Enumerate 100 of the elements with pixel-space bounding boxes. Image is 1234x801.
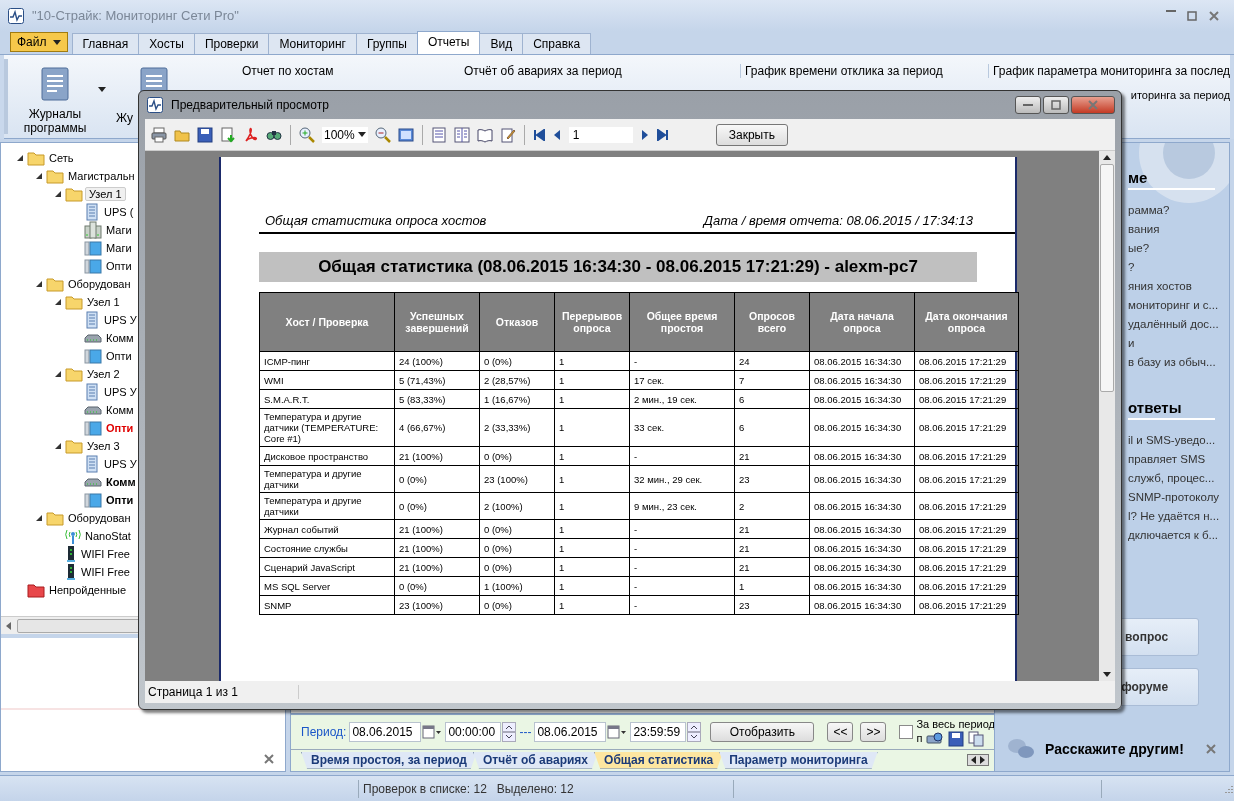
table-cell: 08.06.2015 16:34:30 [809,492,915,520]
table-cell: 1 [554,538,630,558]
table-cell: Журнал событий [259,519,395,539]
table-cell: 08.06.2015 17:21:29 [914,465,1019,493]
table-cell: Температура и другие датчики (TEMPERATURE: Core #1) [259,408,395,447]
table-cell: 1 [554,465,630,493]
report-date: Дата / время отчета: 08.06.2015 / 17:34:13 [703,213,973,228]
table-cell: Температура и другие датчики [259,492,395,520]
column-header: Отказов [479,292,555,352]
table-cell: - [629,446,735,466]
table-cell: 6 [734,389,810,409]
table-cell: 21 [734,557,810,577]
table-cell: - [629,595,735,615]
table-cell: 6 [734,408,810,447]
table-cell: Дисковое пространство [259,446,395,466]
table-cell: 0 (0%) [479,595,555,615]
column-header: Дата окончания опроса [914,292,1019,352]
table-cell: 08.06.2015 16:34:30 [809,446,915,466]
table-cell: 23 [734,465,810,493]
table-cell: 1 [554,519,630,539]
table-cell: 1 [554,351,630,371]
table-cell: 08.06.2015 17:21:29 [914,370,1019,390]
table-cell: 1 (100%) [479,576,555,596]
table-cell: 23 (100%) [394,595,480,615]
table-cell: 08.06.2015 17:21:29 [914,519,1019,539]
table-cell: Температура и другие датчики [259,465,395,493]
table-cell: 1 [554,576,630,596]
table-cell: - [629,576,735,596]
table-cell: 0 (0%) [394,492,480,520]
table-cell: S.M.A.R.T. [259,389,395,409]
table-cell: MS SQL Server [259,576,395,596]
table-cell: 0 (0%) [479,351,555,371]
status-text: Выделено: 12 [496,781,574,796]
dialog-title: Предварительный просмотр [171,98,330,112]
table-cell: 23 [734,595,810,615]
table-cell: - [629,519,735,539]
table-cell: 2 (33,33%) [479,408,555,447]
window-title: "10-Страйк: Мониторинг Сети Pro" [32,8,240,23]
table-cell: - [629,351,735,371]
table-cell: 2 мин., 19 сек. [629,389,735,409]
table-cell: 17 сек. [629,370,735,390]
table-cell: 21 (100%) [394,446,480,466]
table-cell: 24 (100%) [394,351,480,371]
table-cell: 08.06.2015 17:21:29 [914,351,1019,371]
table-cell: 32 мин., 29 сек. [629,465,735,493]
column-header: Хост / Проверка [259,292,395,352]
table-cell: 1 [554,557,630,577]
table-cell: 08.06.2015 16:34:30 [809,389,915,409]
checkbox-label: п [916,732,923,745]
period-label: Период: [301,725,347,739]
table-cell: 1 [734,576,810,596]
table-cell: 08.06.2015 17:21:29 [914,389,1019,409]
table-cell: 08.06.2015 16:34:30 [809,576,915,596]
table-cell: 08.06.2015 16:34:30 [809,519,915,539]
section-heading: ответы [1128,373,1216,420]
table-cell: 1 [554,595,630,615]
table-cell: Сценарий JavaScript [259,557,395,577]
section-heading: ме [1128,143,1216,190]
table-cell: 2 (100%) [479,492,555,520]
table-cell: 24 [734,351,810,371]
table-cell: 08.06.2015 17:21:29 [914,408,1019,447]
table-cell: 5 (83,33%) [394,389,480,409]
table-cell: 0 (0%) [394,576,480,596]
table-cell: 21 (100%) [394,519,480,539]
page-status: Страница 1 из 1 [148,685,299,699]
table-cell: SNMP [259,595,395,615]
column-header: Общее время простоя [629,292,735,352]
table-cell: 21 (100%) [394,557,480,577]
table-cell: 08.06.2015 17:21:29 [914,557,1019,577]
table-cell: 0 (0%) [479,446,555,466]
checkbox-label: За весь период [916,717,996,731]
table-cell: 21 [734,519,810,539]
table-cell: 08.06.2015 16:34:30 [809,538,915,558]
separator-text: --- [519,725,532,739]
table-cell: 1 [554,492,630,520]
table-cell: 9 мин., 23 сек. [629,492,735,520]
table-cell: 0 (0%) [394,465,480,493]
table-cell: Состояние службы [259,538,395,558]
table-cell: 21 (100%) [394,538,480,558]
column-header: Перерывов опроса [554,292,630,352]
table-cell: 08.06.2015 16:34:30 [809,465,915,493]
table-cell: 4 (66,67%) [394,408,480,447]
table-cell: 1 [554,408,630,447]
table-cell: 7 [734,370,810,390]
table-cell: 08.06.2015 16:34:30 [809,370,915,390]
table-cell: 21 [734,446,810,466]
table-cell: 08.06.2015 17:21:29 [914,538,1019,558]
table-cell: 08.06.2015 16:34:30 [809,595,915,615]
report-subtitle: Общая статистика опроса хостов [265,213,487,228]
table-cell: 08.06.2015 17:21:29 [914,576,1019,596]
table-cell: 23 (100%) [479,465,555,493]
table-cell: 08.06.2015 17:21:29 [914,492,1019,520]
table-cell: 1 [554,370,630,390]
column-header: Успешных завершений [394,292,480,352]
table-cell: 0 (0%) [479,519,555,539]
table-cell: 1 (16,67%) [479,389,555,409]
table-cell: WMI [259,370,395,390]
table-cell: 21 [734,538,810,558]
table-cell: 08.06.2015 16:34:30 [809,557,915,577]
status-text: Проверок в списке: 12 [363,781,487,796]
